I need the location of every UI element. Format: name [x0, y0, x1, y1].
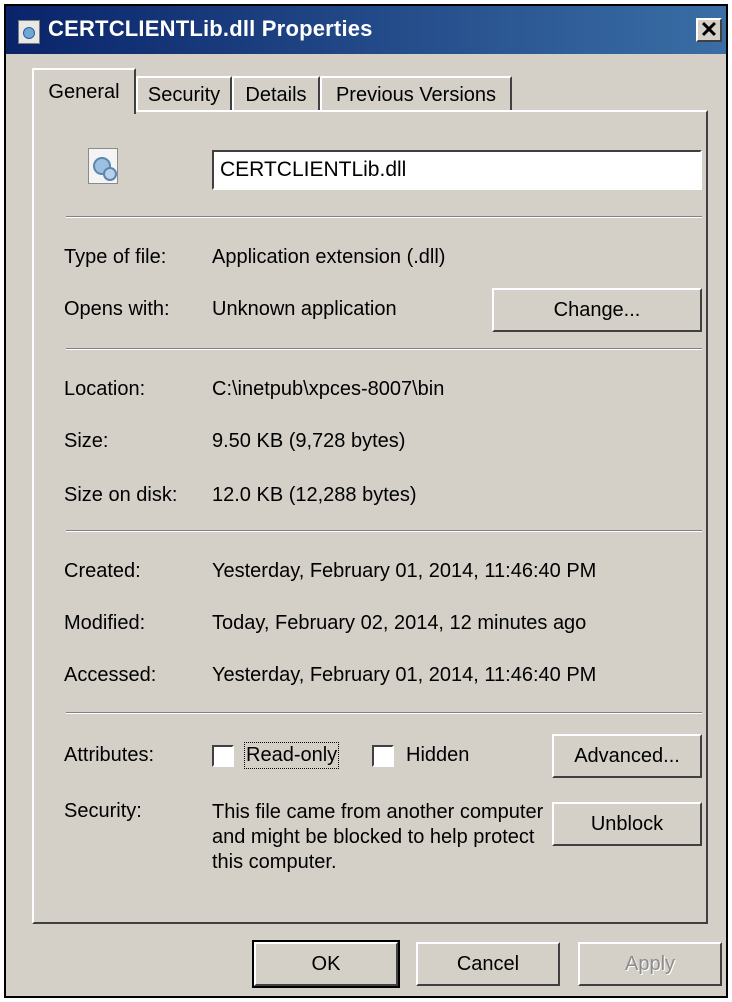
- dll-file-icon: [18, 20, 40, 44]
- general-tab-panel: Type of file: Application extension (.dl…: [32, 110, 708, 924]
- filename-field[interactable]: [212, 150, 702, 190]
- created-value: Yesterday, February 01, 2014, 11:46:40 P…: [212, 560, 597, 582]
- separator: [66, 530, 702, 532]
- tab-strip: General Security Details Previous Versio…: [6, 54, 726, 114]
- change-button[interactable]: Change...: [492, 288, 702, 332]
- modified-label: Modified:: [64, 612, 146, 634]
- title-bar[interactable]: CERTCLIENTLib.dll Properties ✕: [6, 6, 726, 54]
- type-of-file-label: Type of file:: [64, 246, 167, 268]
- dll-file-icon: [88, 148, 118, 184]
- window-title: CERTCLIENTLib.dll Properties: [48, 16, 373, 41]
- tab-details[interactable]: Details: [232, 76, 320, 112]
- advanced-button[interactable]: Advanced...: [552, 734, 702, 778]
- opens-with-label: Opens with:: [64, 298, 170, 320]
- security-warning-text: This file came from another computer and…: [212, 801, 544, 873]
- modified-value: Today, February 02, 2014, 12 minutes ago: [212, 612, 587, 634]
- separator: [66, 712, 702, 714]
- close-icon: ✕: [699, 17, 719, 42]
- ok-button[interactable]: OK: [252, 940, 400, 988]
- close-button[interactable]: ✕: [696, 18, 722, 42]
- location-label: Location:: [64, 378, 146, 400]
- tab-security[interactable]: Security: [136, 76, 232, 112]
- size-value: 9.50 KB (9,728 bytes): [212, 430, 406, 452]
- readonly-label[interactable]: Read-only: [243, 742, 340, 769]
- size-on-disk-value: 12.0 KB (12,288 bytes): [212, 484, 417, 506]
- tab-previous-versions[interactable]: Previous Versions: [320, 76, 512, 112]
- properties-dialog: CERTCLIENTLib.dll Properties ✕ General S…: [4, 4, 728, 998]
- attributes-label: Attributes:: [64, 744, 155, 766]
- created-label: Created:: [64, 560, 141, 582]
- separator: [66, 348, 702, 350]
- hidden-label[interactable]: Hidden: [406, 744, 469, 767]
- location-value: C:\inetpub\xpces-8007\bin: [212, 378, 445, 400]
- accessed-label: Accessed:: [64, 664, 157, 686]
- type-of-file-value: Application extension (.dll): [212, 246, 446, 268]
- security-label: Security:: [64, 800, 142, 822]
- size-label: Size:: [64, 430, 109, 452]
- unblock-button[interactable]: Unblock: [552, 802, 702, 846]
- separator: [66, 216, 702, 218]
- hidden-checkbox[interactable]: [372, 745, 394, 767]
- readonly-checkbox[interactable]: [212, 745, 234, 767]
- accessed-value: Yesterday, February 01, 2014, 11:46:40 P…: [212, 664, 597, 686]
- opens-with-value: Unknown application: [212, 298, 397, 320]
- apply-button[interactable]: Apply: [578, 942, 722, 986]
- cancel-button[interactable]: Cancel: [416, 942, 560, 986]
- tab-general[interactable]: General: [32, 68, 136, 114]
- size-on-disk-label: Size on disk:: [64, 484, 178, 506]
